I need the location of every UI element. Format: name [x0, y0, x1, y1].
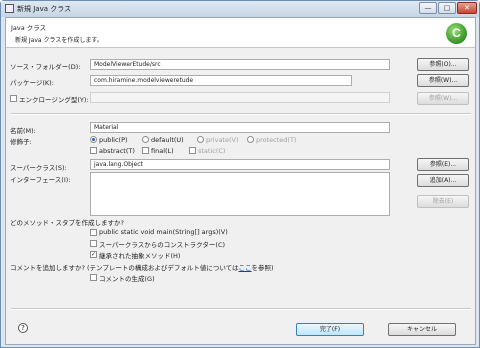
template-link[interactable]: ここ: [239, 264, 252, 272]
minimize-button[interactable]: —: [419, 2, 437, 14]
remove-interface-button[interactable]: 除去(E): [417, 195, 469, 208]
footer-separator: [11, 308, 471, 310]
enclosing-type-checkbox[interactable]: [10, 95, 17, 102]
main-method-checkbox[interactable]: [90, 229, 97, 236]
inherited-methods-checkbox[interactable]: ✓: [90, 251, 97, 258]
enclosing-type-input[interactable]: [90, 92, 390, 103]
package-label: パッケージ(K):: [10, 79, 54, 87]
enclosing-type-label: エンクロージング型(Y):: [19, 96, 89, 104]
interfaces-list[interactable]: [90, 172, 390, 216]
finish-button[interactable]: 完了(F): [296, 323, 364, 336]
dialog-content: Java クラス 新規 Java クラスを作成します。 C ソース・フォルダー(…: [5, 17, 476, 345]
constructors-label: スーパークラスからのコンストラクター(C): [99, 241, 226, 249]
package-input[interactable]: com.hiramine.modelvieweretude: [90, 75, 352, 86]
inherited-methods-label: 継承された抽象メソッド(H): [99, 252, 181, 260]
private-radio[interactable]: [197, 136, 204, 143]
add-interface-button[interactable]: 追加(A)...: [417, 174, 469, 187]
modifiers-label: 修飾子:: [10, 138, 32, 146]
protected-radio[interactable]: [247, 136, 254, 143]
package-browse-button[interactable]: 参照(W)...: [417, 74, 469, 87]
generate-comments-checkbox[interactable]: [90, 274, 97, 281]
source-folder-input[interactable]: ModelViewerEtude/src: [90, 59, 390, 70]
abstract-checkbox[interactable]: [90, 147, 97, 154]
help-icon[interactable]: ?: [18, 323, 28, 333]
interfaces-label: インターフェース(I):: [10, 176, 71, 184]
superclass-input[interactable]: java.lang.Object: [90, 159, 390, 170]
final-label: final(L): [151, 147, 174, 155]
comments-question: コメントを追加しますか? (テンプレートの構成およびデフォルト値についてはここを…: [10, 262, 274, 272]
comments-question-prefix: コメントを追加しますか? (テンプレートの構成およびデフォルト値については: [10, 264, 239, 272]
final-checkbox[interactable]: [142, 147, 149, 154]
wizard-banner: Java クラス 新規 Java クラスを作成します。 C: [6, 18, 475, 48]
stubs-question: どのメソッド・スタブを作成しますか?: [10, 219, 124, 227]
private-label: private(V): [206, 136, 239, 144]
dialog-window: 新規 Java クラス — □ ✕ Java クラス 新規 Java クラスを作…: [0, 0, 480, 348]
java-class-logo-icon: C: [446, 23, 467, 44]
superclass-label: スーパークラス(S):: [10, 164, 67, 172]
static-checkbox[interactable]: [189, 147, 196, 154]
abstract-label: abstract(T): [99, 147, 135, 155]
enclosing-type-browse-button[interactable]: 参照(W)...: [417, 92, 469, 105]
window-icon: [5, 4, 14, 13]
cancel-button[interactable]: キャンセル: [388, 323, 456, 336]
banner-message: 新規 Java クラスを作成します。: [15, 37, 103, 44]
maximize-button[interactable]: □: [438, 2, 456, 14]
default-label: default(U): [151, 136, 184, 144]
public-radio[interactable]: [90, 136, 97, 143]
class-name-input[interactable]: Material: [90, 122, 390, 133]
static-label: static(C): [198, 147, 226, 155]
main-method-label: public static void main(String[] args)(V…: [99, 228, 228, 236]
constructors-checkbox[interactable]: [90, 240, 97, 247]
source-folder-browse-button[interactable]: 参照(O)...: [417, 58, 469, 71]
default-radio[interactable]: [142, 136, 149, 143]
banner-title: Java クラス: [11, 24, 47, 32]
close-button[interactable]: ✕: [457, 2, 477, 14]
superclass-browse-button[interactable]: 参照(E)...: [417, 158, 469, 171]
comments-question-suffix: を参照): [251, 264, 274, 272]
public-label: public(P): [99, 136, 128, 144]
name-label: 名前(M):: [10, 127, 36, 135]
generate-comments-label: コメントの生成(G): [99, 275, 155, 283]
protected-label: protected(T): [256, 136, 297, 144]
window-title: 新規 Java クラス: [17, 5, 72, 13]
source-folder-label: ソース・フォルダー(D):: [10, 63, 81, 71]
title-bar[interactable]: 新規 Java クラス — □ ✕: [1, 1, 479, 17]
separator: [11, 113, 471, 115]
